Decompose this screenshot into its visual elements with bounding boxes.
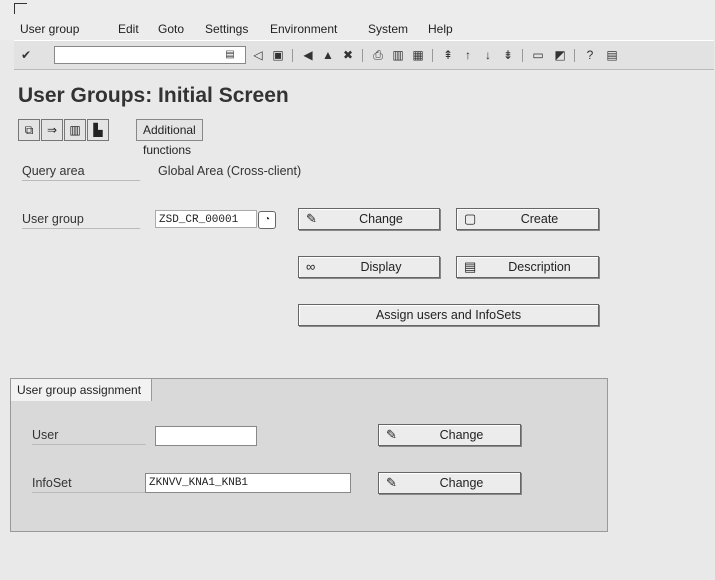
user-change-button[interactable]: ✎ Change: [378, 424, 521, 446]
search-help-icon[interactable]: ◔: [258, 211, 276, 229]
menu-goto[interactable]: Goto: [158, 22, 184, 36]
transport-icon[interactable]: ▙: [87, 119, 109, 141]
rename-icon[interactable]: ⇒: [41, 119, 63, 141]
pencil-icon: ✎: [386, 475, 397, 490]
pencil-icon: ✎: [386, 427, 397, 442]
change-button[interactable]: ✎ Change: [298, 208, 440, 230]
menu-bar: User group Edit Goto Settings Environmen…: [0, 0, 715, 40]
create-session-icon[interactable]: ▭: [530, 47, 546, 63]
create-button[interactable]: ▢ Create: [456, 208, 599, 230]
query-area-label: Query area: [22, 164, 140, 181]
help-icon[interactable]: ?: [582, 47, 598, 63]
description-button[interactable]: ▤ Description: [456, 256, 599, 278]
menu-user-group[interactable]: User group: [20, 22, 79, 36]
page-title: User Groups: Initial Screen: [18, 84, 289, 107]
infoset-change-button[interactable]: ✎ Change: [378, 472, 521, 494]
enter-icon[interactable]: ✔: [18, 47, 34, 63]
cancel-icon[interactable]: ✖: [340, 47, 356, 63]
query-area-value: Global Area (Cross-client): [158, 164, 302, 178]
user-group-assignment-tab: User group assignment: [10, 378, 153, 401]
delete-icon[interactable]: ▥: [64, 119, 86, 141]
shortcut-icon[interactable]: ◩: [552, 47, 568, 63]
infoset-label: InfoSet: [32, 476, 146, 493]
user-input[interactable]: [155, 426, 257, 446]
system-menu-icon[interactable]: [14, 3, 27, 14]
copy-icon[interactable]: ⧉: [18, 119, 40, 141]
glasses-icon: ∞: [306, 259, 316, 274]
layout-icon[interactable]: ▤: [604, 47, 620, 63]
save-icon[interactable]: ▣: [270, 47, 286, 63]
green-back-icon[interactable]: ◀: [300, 47, 316, 63]
previous-page-icon[interactable]: ↑: [460, 47, 476, 63]
new-document-icon: ▢: [464, 211, 477, 226]
find-icon[interactable]: ▥: [390, 47, 406, 63]
history-icon[interactable]: ▤: [222, 47, 238, 63]
standard-toolbar: ✔ ▤ ◁ ▣ ◀ ▲ ✖ ⎙ ▥ ▦ ⇞ ↑ ↓ ⇟ ▭ ◩ ? ▤: [14, 40, 714, 70]
user-label: User: [32, 428, 146, 445]
back-icon[interactable]: ◁: [250, 47, 266, 63]
user-group-assignment-box: User group assignment User ✎ Change Info…: [10, 378, 608, 532]
next-page-icon[interactable]: ↓: [480, 47, 496, 63]
menu-settings[interactable]: Settings: [205, 22, 248, 36]
last-page-icon[interactable]: ⇟: [500, 47, 516, 63]
description-icon: ▤: [464, 259, 477, 274]
user-group-label: User group: [22, 212, 140, 229]
menu-edit[interactable]: Edit: [118, 22, 139, 36]
command-field[interactable]: [54, 46, 246, 64]
infoset-input[interactable]: ZKNVV_KNA1_KNB1: [145, 473, 351, 493]
find-next-icon[interactable]: ▦: [410, 47, 426, 63]
menu-help[interactable]: Help: [428, 22, 453, 36]
first-page-icon[interactable]: ⇞: [440, 47, 456, 63]
menu-environment[interactable]: Environment: [270, 22, 337, 36]
pencil-icon: ✎: [306, 211, 317, 226]
print-icon[interactable]: ⎙: [370, 47, 386, 63]
menu-system[interactable]: System: [368, 22, 408, 36]
user-group-input[interactable]: ZSD_CR_00001: [155, 210, 257, 228]
display-button[interactable]: ∞ Display: [298, 256, 440, 278]
assign-users-infosets-button[interactable]: Assign users and InfoSets: [298, 304, 599, 326]
additional-functions-button[interactable]: Additional functions: [136, 119, 203, 157]
exit-icon[interactable]: ▲: [320, 47, 336, 63]
